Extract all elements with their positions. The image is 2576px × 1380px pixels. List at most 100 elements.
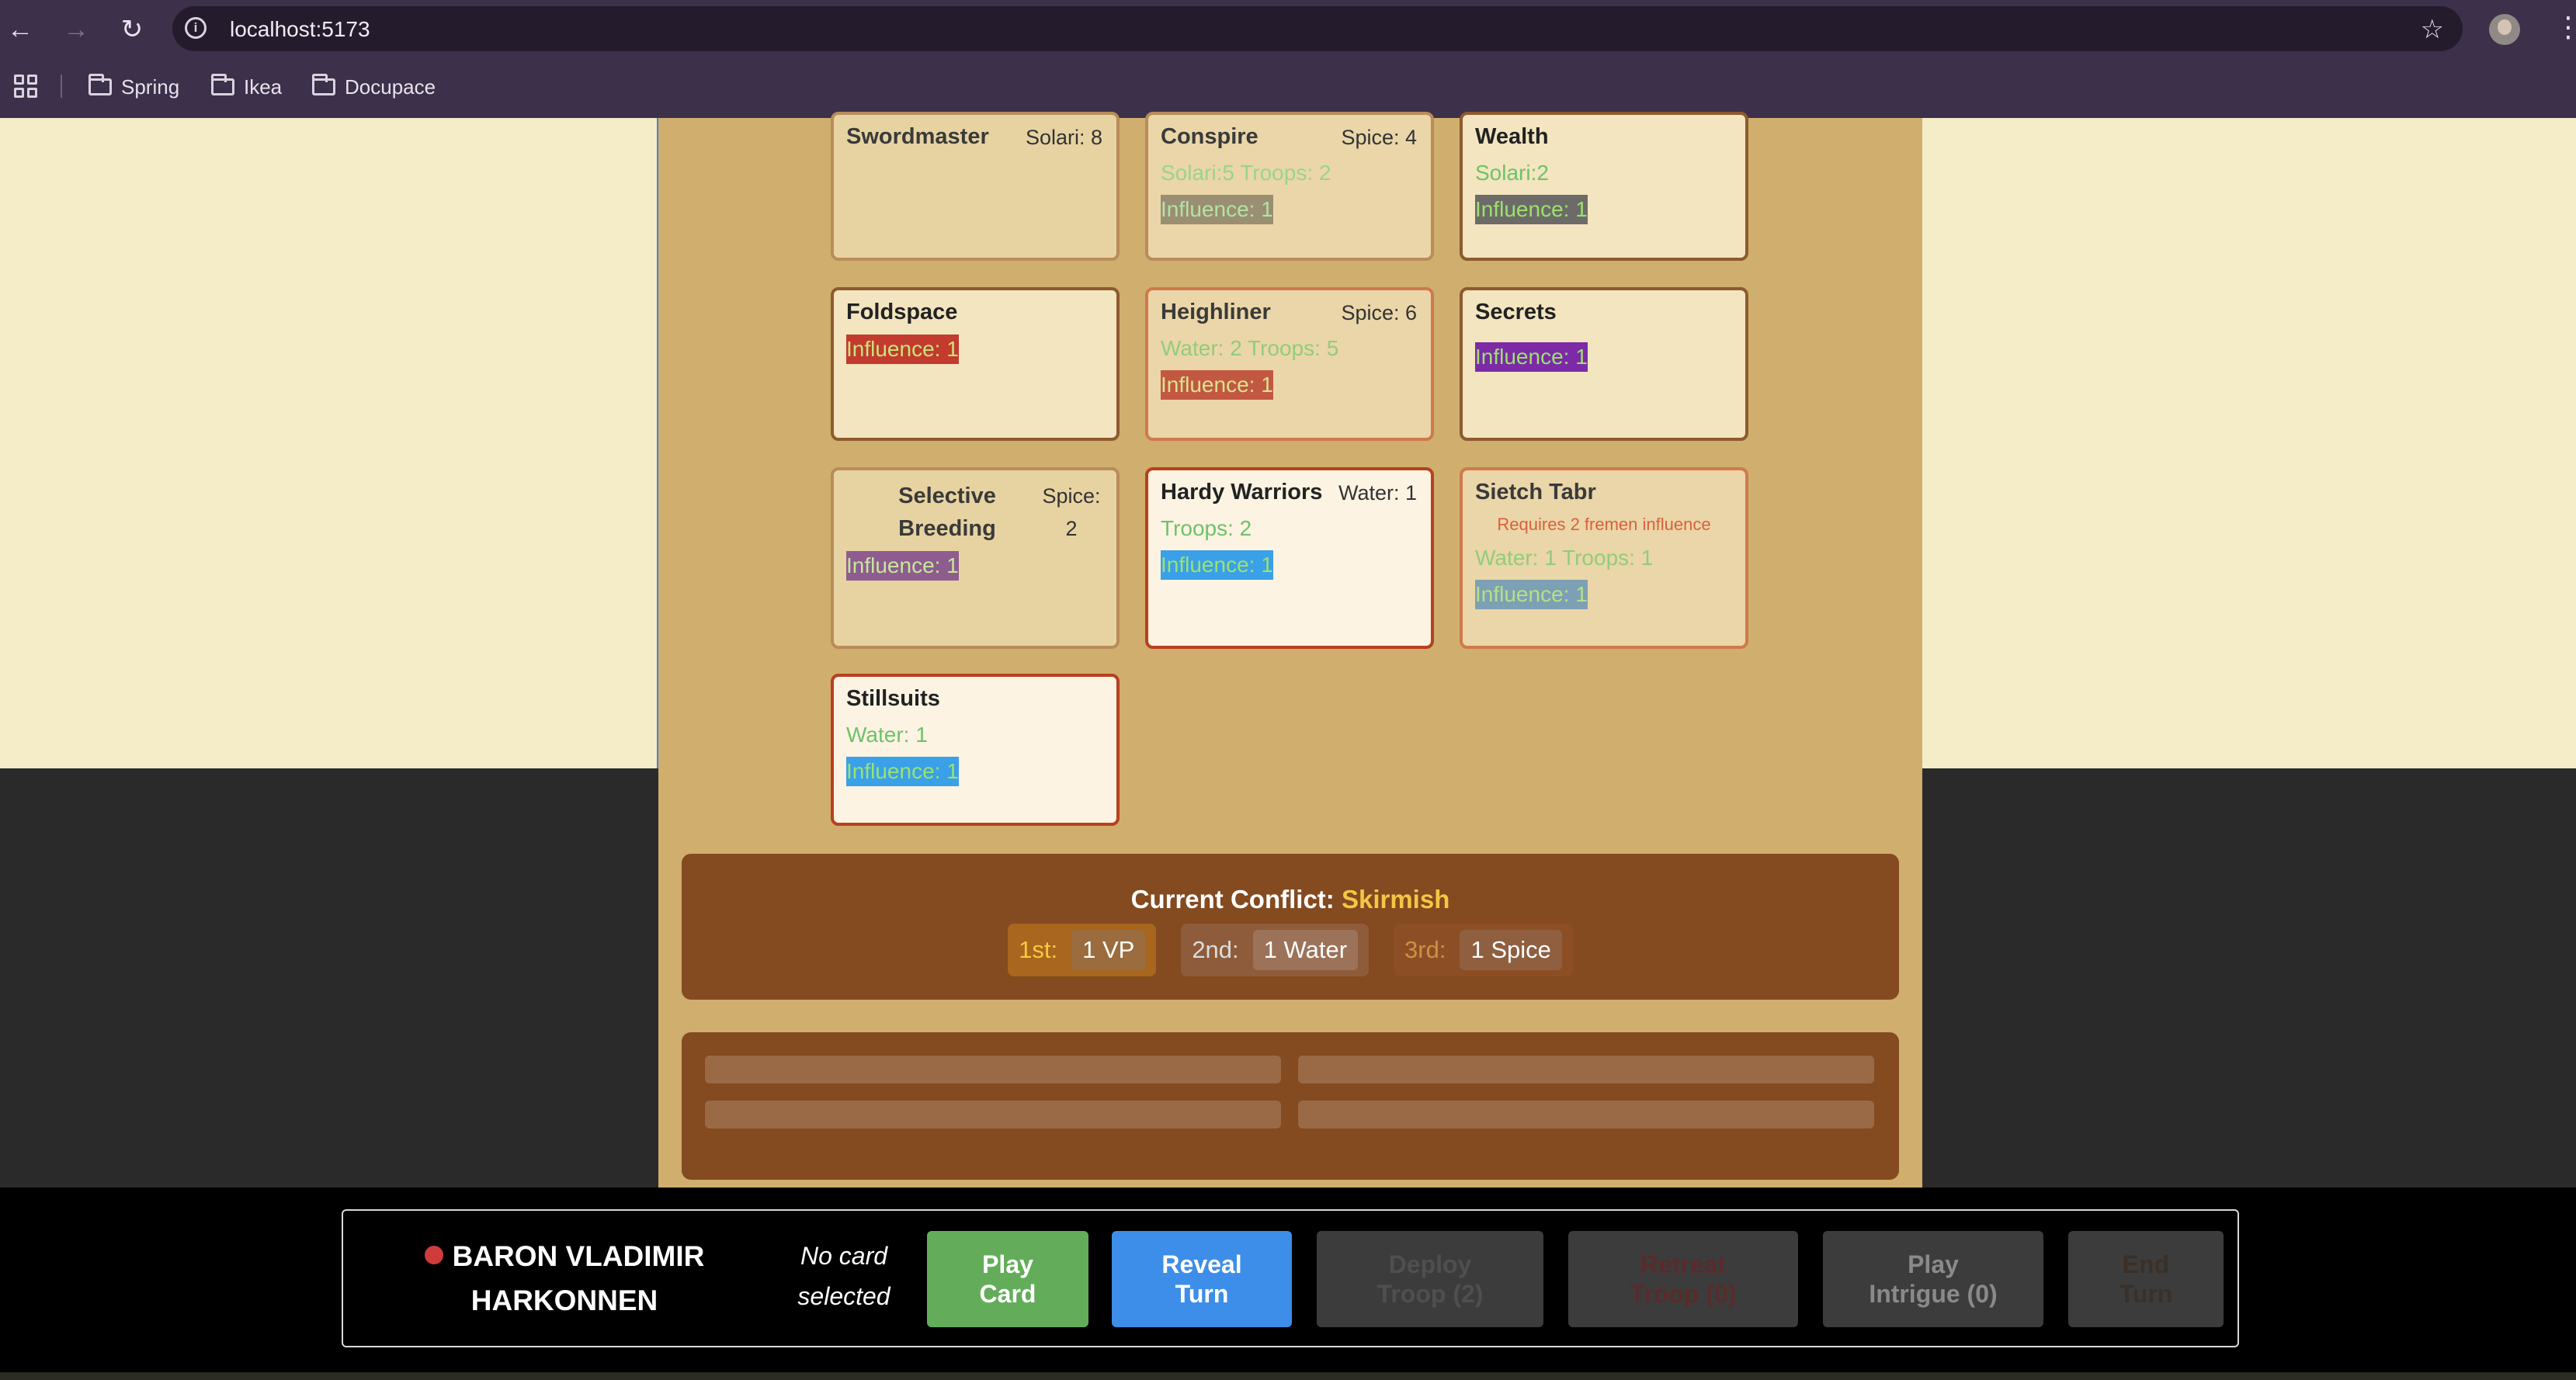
bottom-strip xyxy=(0,1372,2576,1380)
card-conspire[interactable]: Conspire Spice: 4 Solari:5 Troops: 2 Inf… xyxy=(1145,112,1434,261)
folder-icon xyxy=(89,74,112,95)
influence-badge: Influence: 1 xyxy=(1161,195,1273,224)
card-effects: Water: 1 xyxy=(846,723,928,747)
player-color-dot xyxy=(424,1246,443,1264)
card-effects: Troops: 2 xyxy=(1161,516,1252,540)
site-info-icon[interactable]: i xyxy=(185,17,207,39)
bookmark-star-icon[interactable]: ☆ xyxy=(2421,14,2444,45)
conflict-label: Current Conflict: xyxy=(1130,885,1335,914)
button-label-line2: Troop (0) xyxy=(1630,1280,1737,1308)
reload-icon[interactable]: ↻ xyxy=(116,14,148,45)
card-name: Selective Breeding xyxy=(898,484,996,541)
influence-badge: Influence: 1 xyxy=(846,757,959,786)
bookmark-spring[interactable]: Spring xyxy=(89,71,179,102)
conflict-title: Current Conflict: Skirmish xyxy=(682,885,1899,914)
right-side-panel xyxy=(1922,118,2576,768)
retreat-troop-button[interactable]: Retreat Troop (0) xyxy=(1568,1231,1798,1327)
url-text: localhost:5173 xyxy=(230,17,370,41)
button-label-line1: End xyxy=(2122,1250,2170,1278)
browser-toolbar: ← → ↻ i localhost:5173 ☆ ⋮ xyxy=(0,0,2576,57)
profile-avatar[interactable] xyxy=(2489,14,2520,45)
button-label-line2: Troop (2) xyxy=(1377,1280,1484,1308)
address-bar[interactable]: i localhost:5173 ☆ xyxy=(172,6,2463,51)
button-label-line2: Card xyxy=(979,1280,1036,1308)
back-arrow-icon[interactable]: ← xyxy=(5,14,36,45)
reward-second: 2nd: 1 Water xyxy=(1181,924,1370,976)
card-secrets[interactable]: Secrets Influence: 1 xyxy=(1460,287,1748,441)
play-card-button[interactable]: Play Card xyxy=(927,1231,1088,1327)
reward-place: 3rd: xyxy=(1404,936,1446,963)
bookmark-docupace[interactable]: Docupace xyxy=(312,71,436,102)
card-wealth[interactable]: Wealth Solari:2 Influence: 1 xyxy=(1460,112,1748,261)
reward-value: 1 Water xyxy=(1252,930,1359,970)
card-cost: Solari: 8 xyxy=(1025,126,1102,149)
bookmarks-separator xyxy=(61,75,62,98)
end-turn-button[interactable]: End Turn xyxy=(2068,1231,2224,1327)
player-name-line1: BARON VLADIMIR xyxy=(452,1240,705,1272)
card-effects: Solari:2 xyxy=(1475,161,1549,185)
card-stillsuits[interactable]: Stillsuits Water: 1 Influence: 1 xyxy=(831,674,1120,826)
folder-icon xyxy=(312,74,335,95)
button-label-line1: Deploy xyxy=(1388,1250,1472,1278)
card-hardy-warriors[interactable]: Hardy Warriors Water: 1 Troops: 2 Influe… xyxy=(1145,467,1434,649)
conflict-rewards: 1st: 1 VP 2nd: 1 Water 3rd: 1 Spice xyxy=(682,924,1899,976)
forward-arrow-icon[interactable]: → xyxy=(61,14,92,45)
placeholder-bar xyxy=(705,1056,1281,1084)
current-player: BARON VLADIMIR HARKONNEN xyxy=(343,1234,786,1323)
reveal-turn-button[interactable]: Reveal Turn xyxy=(1112,1231,1292,1327)
card-name: Secrets xyxy=(1475,300,1557,324)
card-foldspace[interactable]: Foldspace Influence: 1 xyxy=(831,287,1120,441)
placeholder-bar xyxy=(705,1101,1281,1129)
card-name: Sietch Tabr xyxy=(1475,480,1596,504)
current-conflict-panel: Current Conflict: Skirmish 1st: 1 VP 2nd… xyxy=(682,854,1899,1000)
bookmark-label: Docupace xyxy=(345,75,436,99)
reward-first: 1st: 1 VP xyxy=(1008,924,1157,976)
apps-grid-icon[interactable] xyxy=(14,75,37,98)
influence-badge: Influence: 1 xyxy=(1475,195,1588,224)
placeholder-bar xyxy=(1298,1101,1874,1129)
card-name: Wealth xyxy=(1475,124,1549,149)
reward-value: 1 Spice xyxy=(1460,930,1562,970)
browser-menu-icon[interactable]: ⋮ xyxy=(2554,11,2576,43)
game-board: Swordmaster Solari: 8 Conspire Spice: 4 … xyxy=(658,112,1922,1188)
card-swordmaster[interactable]: Swordmaster Solari: 8 xyxy=(831,112,1120,261)
button-label-line1: Reveal xyxy=(1161,1250,1242,1278)
reward-place: 1st: xyxy=(1019,936,1058,963)
card-sietch-tabr[interactable]: Sietch Tabr Requires 2 fremen influence … xyxy=(1460,467,1748,649)
influence-badge: Influence: 1 xyxy=(1475,580,1588,609)
bookmark-label: Ikea xyxy=(244,75,283,99)
card-requirement: Requires 2 fremen influence xyxy=(1497,515,1711,534)
reward-value: 1 VP xyxy=(1071,930,1146,970)
left-side-panel xyxy=(0,118,658,768)
deploy-troop-button[interactable]: Deploy Troop (2) xyxy=(1317,1231,1543,1327)
bookmark-ikea[interactable]: Ikea xyxy=(211,71,282,102)
card-selection-status: No card selected xyxy=(778,1236,910,1316)
button-label-line1: Play xyxy=(1908,1250,1959,1278)
conflict-name: Skirmish xyxy=(1341,885,1450,914)
selection-line2: selected xyxy=(797,1282,890,1310)
button-label-line1: Play xyxy=(982,1250,1033,1278)
influence-badge: Influence: 1 xyxy=(1161,370,1273,400)
card-selective-breeding[interactable]: Selective Breeding Spice: 2 Influence: 1 xyxy=(831,467,1120,649)
card-effects: Solari:5 Troops: 2 xyxy=(1161,161,1331,185)
button-label-line2: Turn xyxy=(2119,1280,2173,1308)
player-action-bar: BARON VLADIMIR HARKONNEN No card selecte… xyxy=(342,1209,2239,1347)
reward-place: 2nd: xyxy=(1192,936,1239,963)
play-intrigue-button[interactable]: Play Intrigue (0) xyxy=(1823,1231,2043,1327)
selection-line1: No card xyxy=(800,1242,888,1270)
bookmarks-bar: Spring Ikea Docupace xyxy=(0,57,2576,118)
card-effects: Water: 1 Troops: 1 xyxy=(1475,546,1654,570)
influence-badge: Influence: 1 xyxy=(846,551,959,581)
bookmark-label: Spring xyxy=(121,75,180,99)
card-heighliner[interactable]: Heighliner Spice: 6 Water: 2 Troops: 5 I… xyxy=(1145,287,1434,441)
influence-badge: Influence: 1 xyxy=(846,335,959,364)
card-cost: Spice: 4 xyxy=(1341,126,1417,149)
card-cost: Spice: 6 xyxy=(1341,301,1417,324)
folder-icon xyxy=(211,74,234,95)
card-effects: Water: 2 Troops: 5 xyxy=(1161,336,1339,360)
card-name: Foldspace xyxy=(846,300,958,324)
card-cost: Water: 1 xyxy=(1338,481,1417,504)
placeholder-bar xyxy=(1298,1056,1874,1084)
loading-placeholder-panel xyxy=(682,1032,1899,1180)
player-name-line2: HARKONNEN xyxy=(470,1285,658,1316)
